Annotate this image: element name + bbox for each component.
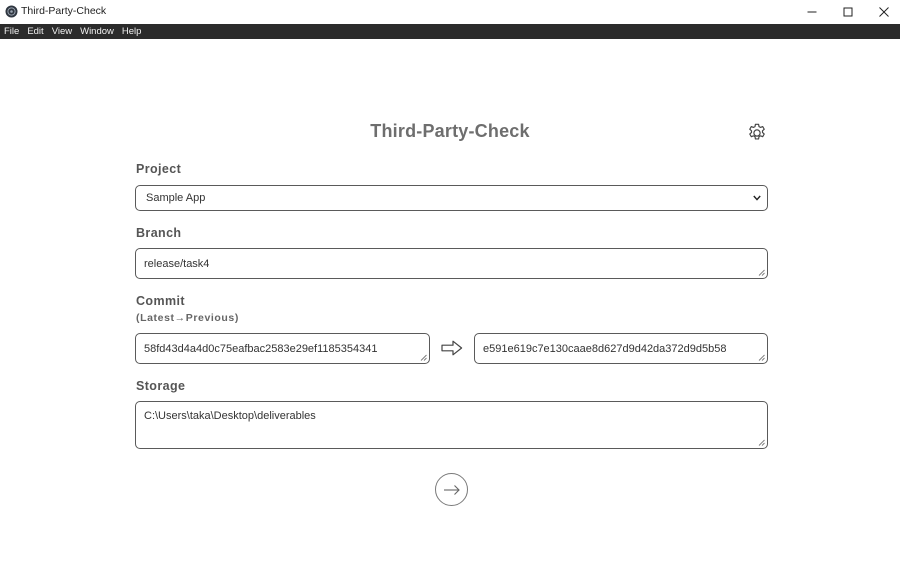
branch-label: Branch — [136, 226, 182, 240]
menu-window[interactable]: Window — [76, 24, 118, 39]
settings-button[interactable] — [746, 122, 768, 144]
commit-label: Commit — [136, 294, 185, 308]
menu-view[interactable]: View — [48, 24, 76, 39]
minimize-icon — [807, 11, 817, 13]
resize-grip-icon[interactable] — [758, 354, 765, 361]
commit-sublabel: (Latest→Previous) — [136, 312, 239, 324]
close-icon — [879, 7, 889, 17]
commit-latest-value: 58fd43d4a4d0c75eafbac2583e29ef1185354341 — [144, 342, 378, 355]
project-selected-value: Sample App — [146, 192, 206, 204]
close-button[interactable] — [866, 0, 900, 24]
project-label: Project — [136, 162, 182, 176]
branch-input[interactable]: release/task4 — [135, 248, 768, 279]
gear-icon — [749, 123, 765, 140]
resize-grip-icon[interactable] — [758, 439, 765, 446]
submit-button[interactable] — [435, 473, 468, 506]
window-titlebar[interactable]: Third-Party-Check — [0, 0, 900, 24]
commit-latest-input[interactable]: 58fd43d4a4d0c75eafbac2583e29ef1185354341 — [135, 333, 430, 364]
storage-label: Storage — [136, 379, 186, 393]
resize-grip-icon[interactable] — [758, 269, 765, 276]
maximize-button[interactable] — [830, 0, 866, 24]
menu-file[interactable]: File — [0, 24, 23, 39]
commit-previous-value: e591e619c7e130caae8d627d9d42da372d9d5b58 — [483, 342, 727, 355]
menu-edit[interactable]: Edit — [23, 24, 47, 39]
resize-grip-icon[interactable] — [420, 354, 427, 361]
window-title: Third-Party-Check — [21, 5, 107, 17]
menu-help[interactable]: Help — [118, 24, 146, 39]
chevron-down-icon — [753, 195, 761, 201]
minimize-button[interactable] — [794, 0, 830, 24]
storage-input[interactable]: C:\Users\taka\Desktop\deliverables — [135, 401, 768, 449]
app-logo-icon — [5, 5, 18, 18]
maximize-icon — [843, 7, 853, 17]
arrow-right-icon — [443, 484, 460, 495]
storage-value: C:\Users\taka\Desktop\deliverables — [144, 410, 316, 422]
branch-value: release/task4 — [144, 257, 210, 270]
arrow-right-outline-icon — [441, 340, 463, 356]
commit-previous-input[interactable]: e591e619c7e130caae8d627d9d42da372d9d5b58 — [474, 333, 768, 364]
menu-bar: File Edit View Window Help — [0, 24, 900, 39]
project-select[interactable]: Sample App — [135, 185, 768, 211]
